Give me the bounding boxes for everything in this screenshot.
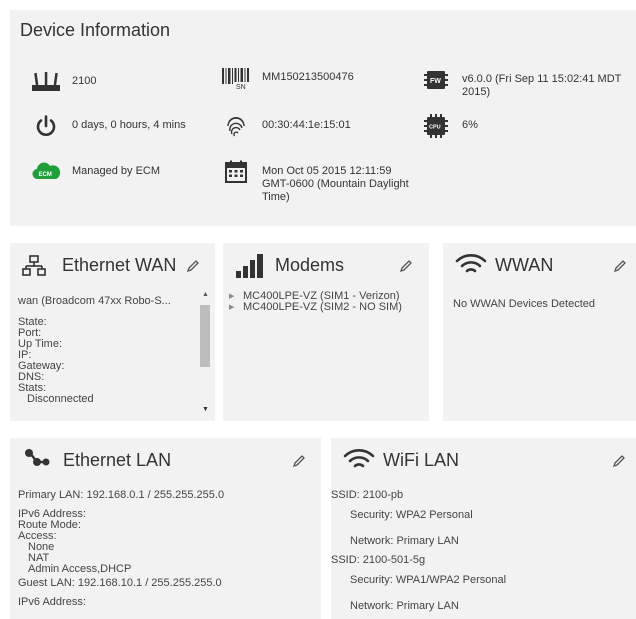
wwan-card: WWAN No WWAN Devices Detected — [443, 243, 636, 421]
modems-title: Modems — [275, 255, 345, 275]
scroll-up-arrow-icon[interactable]: ▲ — [202, 291, 209, 298]
firmware-chip-icon: FW — [420, 68, 452, 92]
signal-bars-icon — [236, 253, 266, 284]
modem-item[interactable]: ▶ MC400LPE-VZ (SIM2 - NO SIM) — [229, 302, 425, 313]
wifi-lan-edit-icon[interactable] — [612, 454, 626, 468]
ethernet-wan-scrollbar[interactable]: ▲ ▼ — [199, 291, 211, 413]
wan-state-label: State: — [18, 316, 47, 328]
modems-list: ▶ MC400LPE-VZ (SIM1 - Verizon) ▶ MC400LP… — [229, 291, 425, 313]
ssid-2: SSID: 2100-501-5g — [331, 554, 426, 566]
firmware-item: FW v6.0.0 (Fri Sep 11 15:02:41 MDT 2015) — [420, 68, 636, 99]
ecm-text: Managed by ECM — [72, 165, 161, 177]
primary-lan-text: Primary LAN: 192.168.0.1 / 255.255.255.0 — [18, 489, 225, 501]
ecm-badge-text: ECM — [39, 172, 52, 178]
wwan-edit-icon[interactable] — [613, 259, 627, 273]
wifi-lan-header: WiFi LAN — [331, 438, 636, 484]
ethernet-wan-edit-icon[interactable] — [186, 259, 200, 273]
ethernet-lan-header: Ethernet LAN — [10, 438, 321, 484]
ssid-2-network: Network: Primary LAN — [350, 600, 459, 612]
ethernet-wan-card: Ethernet WAN wan (Broadcom 47xx Robo-S..… — [10, 243, 215, 421]
ethernet-wan-list[interactable]: wan (Broadcom 47xx Robo-S... State: Port… — [18, 296, 198, 405]
date-line-3: Time) — [262, 191, 290, 203]
modem-label[interactable]: MC400LPE-VZ (SIM2 - NO SIM) — [243, 302, 402, 313]
lan-access-item: None — [28, 541, 55, 553]
wifi-lan-details: SSID: 2100-pb Security: WPA2 Personal Ne… — [331, 490, 631, 615]
ethernet-lan-details: Primary LAN: 192.168.0.1 / 255.255.255.0… — [18, 490, 314, 608]
network-icon — [22, 255, 46, 282]
date-text: Mon Oct 05 2015 12:11:59 GMT-0600 (Mount… — [262, 160, 409, 206]
date-item: Mon Oct 05 2015 12:11:59 GMT-0600 (Mount… — [220, 160, 409, 206]
ssid-1: SSID: 2100-pb — [331, 489, 404, 501]
wan-status: Disconnected — [27, 393, 94, 405]
wan-gateway-label: Gateway: — [18, 360, 65, 372]
modems-header: Modems — [223, 243, 429, 289]
sn-badge-text: SN — [236, 84, 246, 90]
ethernet-wan-title: Ethernet WAN — [62, 255, 177, 275]
guest-ipv6-label: IPv6 Address: — [18, 596, 86, 608]
router-icon — [30, 70, 62, 94]
wwan-title: WWAN — [495, 255, 554, 275]
share-nodes-icon — [24, 448, 50, 477]
power-icon — [30, 114, 62, 138]
mac-item: 00:30:44:1e:15:01 — [220, 114, 351, 138]
lan-access-item: Admin Access,DHCP — [28, 563, 132, 575]
model-text: 2100 — [72, 75, 97, 87]
firmware-text: v6.0.0 (Fri Sep 11 15:02:41 MDT 2015) — [462, 73, 622, 98]
fingerprint-icon — [220, 114, 252, 138]
ethernet-lan-title: Ethernet LAN — [63, 450, 172, 470]
serial-item: SN MM150213500476 — [220, 66, 354, 90]
uptime-item: 0 days, 0 hours, 4 mins — [30, 114, 186, 138]
cpu-text: 6% — [462, 119, 478, 131]
cpu-badge-text: CPU — [429, 125, 441, 131]
ethernet-wan-header: Ethernet WAN — [10, 243, 215, 289]
cpu-chip-icon: CPU — [420, 114, 452, 138]
model-item: 2100 — [30, 70, 96, 94]
ethernet-lan-edit-icon[interactable] — [292, 454, 306, 468]
wan-interface-name[interactable]: wan (Broadcom 47xx Robo-S... — [18, 296, 198, 307]
device-information-panel: Device Information 2100 SN MM15021350047… — [10, 10, 636, 226]
lan-route-mode-label: Route Mode: — [18, 519, 81, 531]
date-line-2: GMT-0600 (Mountain Daylight — [262, 178, 409, 190]
calendar-icon — [220, 160, 252, 184]
scroll-thumb[interactable] — [200, 305, 210, 367]
modems-card: Modems ▶ MC400LPE-VZ (SIM1 - Verizon) ▶ … — [223, 243, 429, 421]
date-line-1: Mon Oct 05 2015 12:11:59 — [262, 165, 392, 177]
barcode-icon: SN — [220, 66, 252, 90]
uptime-text: 0 days, 0 hours, 4 mins — [72, 119, 186, 131]
wifi-lan-title: WiFi LAN — [383, 450, 459, 470]
wifi-icon — [455, 253, 487, 282]
wwan-message: No WWAN Devices Detected — [453, 298, 596, 310]
wwan-header: WWAN — [443, 243, 636, 289]
lan-access-label: Access: — [18, 530, 57, 542]
guest-lan-text: Guest LAN: 192.168.10.1 / 255.255.255.0 — [18, 577, 222, 589]
ssid-1-security: Security: WPA2 Personal — [350, 509, 473, 521]
ecm-item: ECM Managed by ECM — [30, 160, 160, 184]
cpu-item: CPU 6% — [420, 114, 478, 138]
expand-arrow-icon[interactable]: ▶ — [229, 291, 243, 302]
ssid-1-network: Network: Primary LAN — [350, 535, 459, 547]
ethernet-lan-card: Ethernet LAN Primary LAN: 192.168.0.1 / … — [10, 438, 321, 619]
wifi-lan-card: WiFi LAN SSID: 2100-pb Security: WPA2 Pe… — [331, 438, 636, 619]
fw-badge-text: FW — [430, 78, 441, 85]
serial-text: MM150213500476 — [262, 71, 354, 83]
device-info-title: Device Information — [20, 20, 171, 40]
wifi-icon — [343, 448, 375, 477]
scroll-down-arrow-icon[interactable]: ▼ — [202, 406, 209, 413]
mac-text: 00:30:44:1e:15:01 — [262, 119, 351, 131]
ssid-2-security: Security: WPA1/WPA2 Personal — [350, 574, 507, 586]
ecm-cloud-icon: ECM — [30, 160, 62, 184]
wan-uptime-label: Up Time: — [18, 338, 63, 350]
modems-edit-icon[interactable] — [399, 259, 413, 273]
expand-arrow-icon[interactable]: ▶ — [229, 302, 243, 313]
